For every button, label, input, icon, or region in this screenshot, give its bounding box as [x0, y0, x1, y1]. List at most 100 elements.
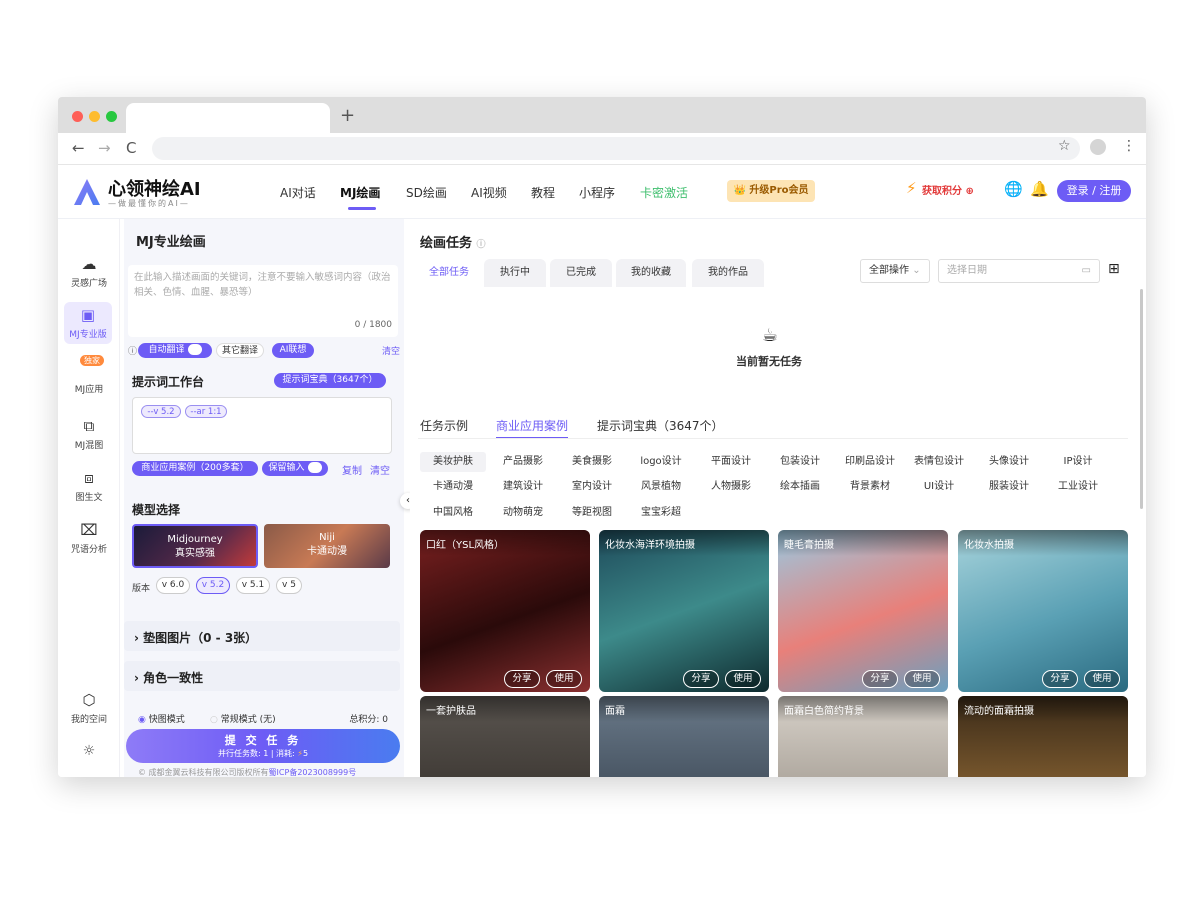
share-button[interactable]: 分享: [862, 670, 898, 688]
normal-mode-radio[interactable]: ○ 常规模式 (无): [210, 712, 276, 725]
use-button[interactable]: 使用: [1084, 670, 1120, 688]
profile-avatar[interactable]: [1090, 139, 1106, 155]
reload-icon[interactable]: C: [126, 139, 136, 157]
nav-mj-drawing[interactable]: MJ绘画: [340, 184, 380, 201]
case-card[interactable]: 睫毛膏拍摄 分享 使用: [778, 530, 948, 692]
version-option[interactable]: v 5: [276, 577, 302, 594]
auto-translate-toggle[interactable]: 自动翻译: [138, 343, 212, 358]
pad-images-accordion[interactable]: › 垫图图片（0 - 3张）: [124, 621, 400, 651]
tab-my-works[interactable]: 我的作品: [692, 259, 764, 287]
category-chip[interactable]: 美食摄影: [559, 452, 625, 472]
forward-icon[interactable]: →: [98, 139, 111, 157]
tab-task-examples[interactable]: 任务示例: [420, 417, 468, 434]
nav-tutorial[interactable]: 教程: [531, 184, 555, 201]
nav-ai-video[interactable]: AI视频: [471, 184, 507, 201]
upgrade-pro-button[interactable]: 👑 升级Pro会员: [727, 180, 815, 202]
sidebar-item-spell-analysis[interactable]: ⌧ 咒语分析: [58, 521, 120, 555]
category-chip[interactable]: 背景素材: [837, 477, 903, 497]
use-button[interactable]: 使用: [904, 670, 940, 688]
sidebar-item-image-to-text[interactable]: ⧈ 图生文: [58, 469, 120, 503]
category-chip[interactable]: 头像设计: [976, 452, 1042, 472]
sidebar-item-mj-app[interactable]: 独家 MJ应用: [58, 355, 120, 395]
tab-all-tasks[interactable]: 全部任务: [418, 259, 480, 287]
category-chip[interactable]: 人物摄影: [698, 477, 764, 497]
clear-workbench-link[interactable]: 清空: [370, 462, 390, 477]
copy-link[interactable]: 复制: [342, 462, 362, 477]
url-input[interactable]: [152, 137, 1080, 160]
sidebar-item-my-space[interactable]: ⬡ 我的空间: [58, 691, 120, 725]
case-card[interactable]: 流动的面霜拍摄: [958, 696, 1128, 777]
nav-card-activate[interactable]: 卡密激活: [640, 184, 688, 201]
biz-cases-button[interactable]: 商业应用案例（200多套）: [132, 461, 258, 476]
prompt-dictionary-button[interactable]: 提示词宝典（3647个）: [274, 373, 386, 388]
keep-input-toggle[interactable]: 保留输入: [262, 461, 328, 476]
category-chip[interactable]: 表情包设计: [906, 452, 972, 472]
model-card-niji[interactable]: Niji 卡通动漫: [264, 524, 390, 568]
category-chip-active[interactable]: 美妆护肤: [420, 452, 486, 472]
share-button[interactable]: 分享: [504, 670, 540, 688]
grid-view-icon[interactable]: ⊞: [1108, 261, 1120, 277]
maximize-window-icon[interactable]: [106, 111, 117, 122]
category-chip[interactable]: 服装设计: [976, 477, 1042, 497]
category-chip[interactable]: 绘本插画: [767, 477, 833, 497]
case-card[interactable]: 面霜: [599, 696, 769, 777]
category-chip[interactable]: 平面设计: [698, 452, 764, 472]
category-chip[interactable]: 风景植物: [628, 477, 694, 497]
tab-completed[interactable]: 已完成: [550, 259, 612, 287]
ai-association-button[interactable]: AI联想: [272, 343, 314, 358]
category-chip[interactable]: 室内设计: [559, 477, 625, 497]
bookmark-star-icon[interactable]: ☆: [1058, 138, 1071, 154]
get-points-link[interactable]: 获取积分 ⊕: [922, 182, 974, 197]
version-option-selected[interactable]: v 5.2: [196, 577, 230, 594]
globe-icon[interactable]: 🌐: [1004, 180, 1023, 198]
sidebar-item-mj-blend[interactable]: ⧉ MJ混图: [58, 417, 120, 451]
case-card[interactable]: 化妆水拍摄 分享 使用: [958, 530, 1128, 692]
prompt-input[interactable]: 在此输入描述画面的关键词，注意不要输入敏感词内容（政治相关、色情、血腥、暴恐等）…: [128, 265, 398, 337]
use-button[interactable]: 使用: [725, 670, 761, 688]
category-chip[interactable]: 等距视图: [559, 503, 625, 523]
category-chip[interactable]: 印刷品设计: [837, 452, 903, 472]
category-chip[interactable]: 产品摄影: [490, 452, 556, 472]
sidebar-item-mj-pro[interactable]: ▣ MJ专业版: [64, 302, 112, 344]
back-icon[interactable]: ←: [72, 139, 85, 157]
case-card[interactable]: 面霜白色简约背景: [778, 696, 948, 777]
theme-toggle-icon[interactable]: ☼: [58, 743, 120, 759]
prompt-workbench[interactable]: --v 5.2 --ar 1:1: [132, 397, 392, 454]
more-menu-icon[interactable]: ⋮: [1122, 138, 1136, 154]
category-chip[interactable]: 包装设计: [767, 452, 833, 472]
case-card[interactable]: 一套护肤品: [420, 696, 590, 777]
clear-prompt-link[interactable]: 清空: [382, 344, 400, 357]
category-chip[interactable]: 卡通动漫: [420, 477, 486, 497]
tab-business-cases[interactable]: 商业应用案例: [496, 417, 569, 439]
other-translate-button[interactable]: 其它翻译: [216, 343, 264, 358]
model-card-midjourney[interactable]: Midjourney 真实感强: [132, 524, 258, 568]
version-option[interactable]: v 6.0: [156, 577, 190, 594]
param-chip[interactable]: --ar 1:1: [185, 405, 227, 418]
minimize-window-icon[interactable]: [89, 111, 100, 122]
category-chip[interactable]: 建筑设计: [490, 477, 556, 497]
nav-sd-drawing[interactable]: SD绘画: [406, 184, 447, 201]
fast-mode-radio[interactable]: ◉ 快图模式: [138, 712, 185, 725]
category-chip[interactable]: 中国风格: [420, 503, 486, 523]
tab-prompt-dictionary[interactable]: 提示词宝典（3647个）: [597, 417, 724, 434]
bell-icon[interactable]: 🔔: [1030, 180, 1049, 198]
param-chip[interactable]: --v 5.2: [141, 405, 181, 418]
nav-mini-program[interactable]: 小程序: [579, 184, 615, 201]
version-option[interactable]: v 5.1: [236, 577, 270, 594]
sidebar-item-inspiration[interactable]: ☁ 灵感广场: [58, 255, 120, 289]
share-button[interactable]: 分享: [683, 670, 719, 688]
tab-favorites[interactable]: 我的收藏: [616, 259, 686, 287]
case-card[interactable]: 口红（YSL风格） 分享 使用: [420, 530, 590, 692]
nav-ai-chat[interactable]: AI对话: [280, 184, 316, 201]
category-chip[interactable]: logo设计: [628, 452, 694, 472]
login-register-button[interactable]: 登录 / 注册: [1057, 180, 1131, 202]
share-button[interactable]: 分享: [1042, 670, 1078, 688]
category-chip[interactable]: 动物萌宠: [490, 503, 556, 523]
category-chip[interactable]: IP设计: [1045, 452, 1111, 472]
case-card[interactable]: 化妆水海洋环境拍摄 分享 使用: [599, 530, 769, 692]
date-picker[interactable]: 选择日期 ▭: [938, 259, 1100, 283]
role-consistency-accordion[interactable]: › 角色一致性: [124, 661, 400, 691]
ops-select[interactable]: 全部操作 ⌄: [860, 259, 930, 283]
category-chip[interactable]: 宝宝彩超: [628, 503, 694, 523]
use-button[interactable]: 使用: [546, 670, 582, 688]
